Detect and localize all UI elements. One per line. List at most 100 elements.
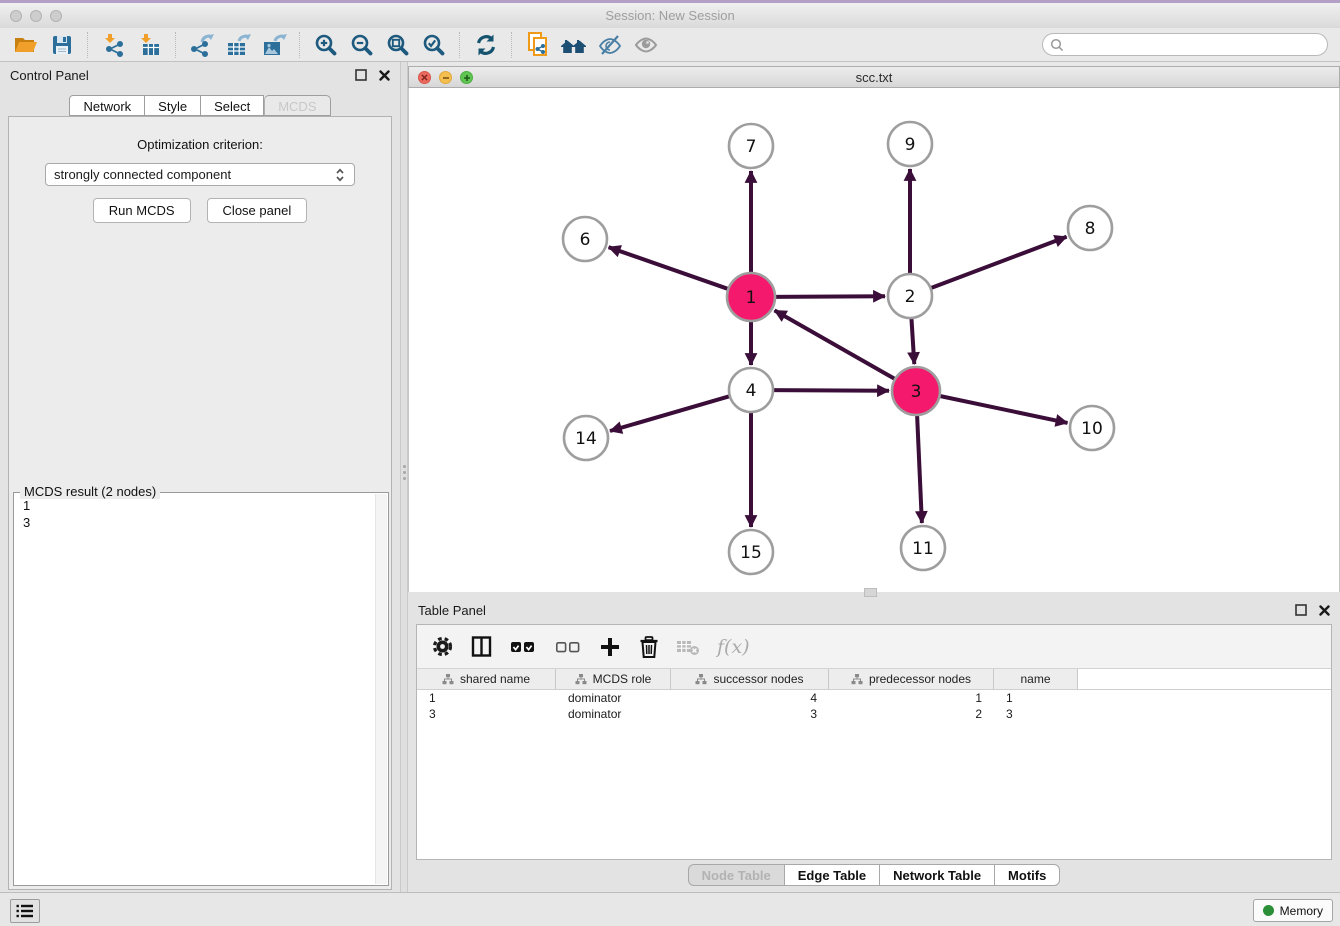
export-image-icon[interactable] — [256, 30, 292, 60]
close-panel-icon[interactable] — [1319, 605, 1330, 616]
result-scrollbar[interactable] — [375, 494, 387, 884]
float-panel-icon[interactable] — [355, 69, 367, 81]
search-input[interactable] — [1069, 37, 1327, 53]
zoom-out-icon[interactable] — [344, 30, 380, 60]
table-cell[interactable]: 1 — [417, 690, 556, 706]
vertical-splitter[interactable] — [400, 62, 408, 892]
column-header-name[interactable]: name — [994, 669, 1078, 689]
show-eye-icon[interactable] — [628, 30, 664, 60]
graph-edge-3-10[interactable] — [938, 396, 1068, 423]
status-bar: Memory — [0, 892, 1340, 926]
graph-node-1[interactable]: 1 — [727, 273, 775, 321]
graph-node-7[interactable]: 7 — [729, 124, 773, 168]
tab-select[interactable]: Select — [201, 95, 264, 116]
table-header-row: shared nameMCDS rolesuccessor nodesprede… — [417, 669, 1331, 690]
delete-table-icon[interactable] — [676, 635, 700, 659]
task-history-button[interactable] — [10, 899, 40, 923]
table-panel-tabs: Node TableEdge TableNetwork TableMotifs — [408, 864, 1340, 886]
list-icon — [16, 903, 34, 919]
hierarchy-icon — [851, 674, 863, 685]
export-table-icon[interactable] — [220, 30, 256, 60]
export-network-icon[interactable] — [184, 30, 220, 60]
table-cell[interactable]: 1 — [994, 690, 1078, 706]
tab-node-table[interactable]: Node Table — [688, 864, 785, 886]
open-file-icon[interactable] — [8, 30, 44, 60]
tab-mcds[interactable]: MCDS — [264, 95, 330, 116]
show-all-networks-icon[interactable] — [556, 30, 592, 60]
graph-node-8[interactable]: 8 — [1068, 206, 1112, 250]
graph-node-2[interactable]: 2 — [888, 274, 932, 318]
column-header-MCDS-role[interactable]: MCDS role — [556, 669, 671, 689]
graph-node-4[interactable]: 4 — [729, 368, 773, 412]
graph-edge-1-2[interactable] — [773, 296, 885, 297]
tab-edge-table[interactable]: Edge Table — [785, 864, 880, 886]
graph-node-14[interactable]: 14 — [564, 416, 608, 460]
add-icon[interactable] — [598, 635, 622, 659]
toolbar-separator — [87, 32, 89, 58]
graph-edge-4-14[interactable] — [610, 396, 732, 431]
graph-node-9[interactable]: 9 — [888, 122, 932, 166]
table-cell[interactable]: dominator — [556, 706, 671, 722]
graph-edge-2-3[interactable] — [911, 316, 914, 364]
column-view-icon[interactable] — [469, 635, 493, 659]
select-stepper-icon — [334, 168, 346, 182]
graph-edge-3-1[interactable] — [775, 310, 897, 380]
memory-button[interactable]: Memory — [1253, 899, 1333, 922]
run-mcds-button[interactable]: Run MCDS — [93, 198, 191, 223]
table-cell[interactable]: 3 — [671, 706, 829, 722]
table-cell[interactable]: 2 — [829, 706, 994, 722]
mcds-result-list[interactable]: 1 3 — [14, 493, 388, 535]
column-header-predecessor-nodes[interactable]: predecessor nodes — [829, 669, 994, 689]
control-panel-tabs: NetworkStyleSelectMCDS — [0, 95, 400, 116]
column-header-successor-nodes[interactable]: successor nodes — [671, 669, 829, 689]
graph-edge-4-3[interactable] — [771, 390, 889, 391]
table-row[interactable]: 3dominator323 — [417, 706, 1331, 722]
table-cell[interactable]: dominator — [556, 690, 671, 706]
control-panel-title: Control Panel — [10, 68, 89, 83]
function-builder-icon[interactable]: f(x) — [717, 636, 750, 658]
svg-text:9: 9 — [905, 135, 916, 155]
zoom-in-icon[interactable] — [308, 30, 344, 60]
float-panel-icon[interactable] — [1295, 604, 1307, 616]
hide-unselected-icon[interactable] — [592, 30, 628, 60]
criterion-value: strongly connected component — [54, 167, 231, 182]
import-network-icon[interactable] — [96, 30, 132, 60]
graph-node-3[interactable]: 3 — [892, 367, 940, 415]
table-cell[interactable]: 1 — [829, 690, 994, 706]
graph-node-15[interactable]: 15 — [729, 530, 773, 574]
tab-motifs[interactable]: Motifs — [995, 864, 1060, 886]
graph-edge-2-8[interactable] — [929, 237, 1067, 289]
graph-node-11[interactable]: 11 — [901, 526, 945, 570]
criterion-select[interactable]: strongly connected component — [45, 163, 355, 186]
gear-icon[interactable] — [430, 635, 454, 659]
graph-edge-1-6[interactable] — [609, 247, 731, 290]
graph-node-10[interactable]: 10 — [1070, 406, 1114, 450]
close-panel-button[interactable]: Close panel — [207, 198, 308, 223]
tab-style[interactable]: Style — [145, 95, 201, 116]
save-session-icon[interactable] — [44, 30, 80, 60]
network-window-titlebar[interactable]: scc.txt — [408, 66, 1340, 88]
tab-network-table[interactable]: Network Table — [880, 864, 995, 886]
zoom-selected-icon[interactable] — [416, 30, 452, 60]
toolbar-separator — [299, 32, 301, 58]
select-all-icon[interactable] — [508, 635, 538, 659]
table-cell[interactable]: 3 — [417, 706, 556, 722]
import-table-icon[interactable] — [132, 30, 168, 60]
close-panel-icon[interactable] — [379, 70, 390, 81]
control-panel: Control Panel NetworkStyleSelectMCDS Opt… — [0, 62, 400, 892]
table-row[interactable]: 1dominator411 — [417, 690, 1331, 706]
graph-edge-3-11[interactable] — [917, 413, 922, 523]
zoom-fit-icon[interactable] — [380, 30, 416, 60]
clone-network-icon[interactable] — [520, 30, 556, 60]
table-cell[interactable]: 4 — [671, 690, 829, 706]
delete-icon[interactable] — [637, 635, 661, 659]
network-canvas[interactable]: 7 9 6 8 1 2 4 3 14 10 15 11 — [408, 88, 1340, 592]
tab-network[interactable]: Network — [69, 95, 145, 116]
deselect-all-icon[interactable] — [553, 635, 583, 659]
toolbar-separator — [175, 32, 177, 58]
refresh-icon[interactable] — [468, 30, 504, 60]
graph-node-6[interactable]: 6 — [563, 217, 607, 261]
column-header-shared-name[interactable]: shared name — [417, 669, 556, 689]
table-cell[interactable]: 3 — [994, 706, 1078, 722]
search-field[interactable] — [1042, 33, 1328, 56]
